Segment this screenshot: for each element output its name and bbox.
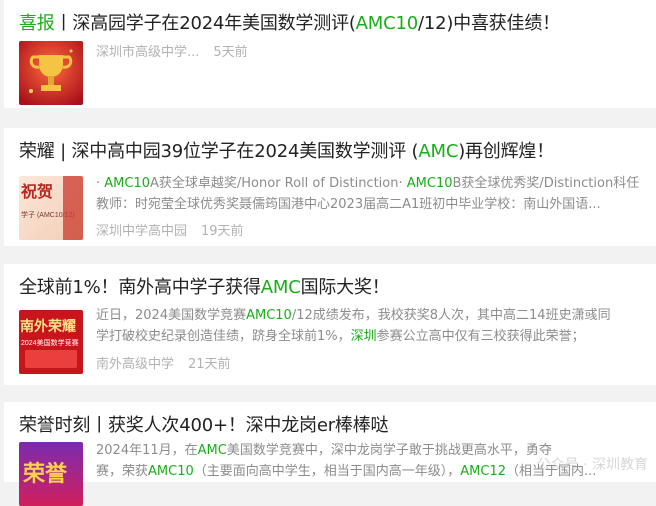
result-source[interactable]: 深圳市高级中学... [96,45,199,60]
keyword-highlight: AMC10 [246,308,292,323]
result-card[interactable]: 荣耀 | 深中高中园39位学子在2024美国数学测评 (AMC)再创辉煌！ 祝贺学… [4,128,656,246]
thumbnail-heading: 荣誉 [23,461,68,486]
keyword-highlight: AMC10 [148,464,194,479]
text-segment: 2024年11月，在 [96,443,198,458]
thumbnail-decor [63,176,83,240]
text-segment: 荣誉时刻丨获奖人次400+！深中龙岗er棒棒哒 [19,415,389,436]
keyword-highlight: 深圳 [350,329,377,344]
text-segment: /12)中喜获佳绩！ [417,13,560,34]
thumbnail-caption: 2024美国数学竞赛 [21,340,79,347]
result-time: 5天前 [213,45,248,60]
keyword-highlight: AMC [260,277,301,298]
text-segment: A获全球卓越奖/Honor Roll of Distinction· [150,176,407,191]
text-segment: B获全球优秀奖/Distinction科任 [452,176,640,191]
result-source[interactable]: 南外高级中学 [96,357,174,372]
keyword-highlight: AMC12 [460,464,506,479]
thumbnail-decor [25,350,77,368]
text-segment: （主要面向高中学生，相当于国内高一年级）， [193,464,461,479]
snippet-line: 近日，2024美国数学竞赛AMC10/12成绩发布，我校获奖8人次，其中高二14… [96,305,648,326]
result-snippet: 近日，2024美国数学竞赛AMC10/12成绩发布，我校获奖8人次，其中高二14… [96,305,648,347]
result-card[interactable]: 喜报丨深高园学子在2024年美国数学测评(AMC10/12)中喜获佳绩！ 深圳市高… [4,0,656,108]
text-segment: )再创辉煌！ [458,141,555,162]
text-segment: 近日，2024美国数学竞赛 [96,308,247,323]
text-segment: 美国数学竞赛中，深中龙岗学子敢于挑战更高水平，勇夺 [226,443,552,458]
result-source[interactable]: 深圳中学高中园 [96,224,187,239]
keyword-highlight: AMC [197,443,227,458]
result-thumbnail[interactable]: 祝贺 学子 (AMC10/12) [19,176,83,240]
text-segment: 学打破校史纪录创造佳绩，跻身全球前1%， [96,329,351,344]
result-title[interactable]: 全球前1%！南外高中学子获得AMC国际大奖！ [19,273,390,299]
result-meta: 深圳市高级中学... 5天前 [96,41,248,60]
text-segment: 教师：时宛莹全球优秀奖聂儒筠国港中心2023届高二A1班初中毕业学校：南山外国语… [96,197,601,212]
result-meta: 深圳中学高中园 19天前 [96,220,244,239]
thumbnail-heading: 祝贺 [21,182,54,201]
result-title[interactable]: 喜报丨深高园学子在2024年美国数学测评(AMC10/12)中喜获佳绩！ [19,9,560,35]
result-meta: 南外高级中学 21天前 [96,353,231,372]
text-segment: 全球前1%！南外高中学子获得 [19,277,261,298]
snippet-line: 学打破校史纪录创造佳绩，跻身全球前1%，深圳参赛公立高中仅有三校获得此荣誉； [96,326,648,347]
result-time: 19天前 [201,224,244,239]
keyword-highlight: AMC10 [355,13,419,34]
result-time: 21天前 [188,357,231,372]
text-segment: 赛，荣获 [96,464,149,479]
keyword-highlight: 喜报 [19,13,55,34]
result-title[interactable]: 荣耀 | 深中高中园39位学子在2024美国数学测评 (AMC)再创辉煌！ [19,137,554,163]
keyword-highlight: AMC10 [406,176,453,191]
result-snippet: · AMC10A获全球卓越奖/Honor Roll of Distinction… [96,173,648,215]
result-thumbnail[interactable]: 荣誉 [19,442,83,506]
result-thumbnail[interactable] [19,41,83,105]
result-card[interactable]: 全球前1%！南外高中学子获得AMC国际大奖！ 南外荣耀 2024美国数学竞赛 近日，2… [4,264,656,385]
result-thumbnail[interactable]: 南外荣耀 2024美国数学竞赛 [19,310,83,374]
text-segment: /12成绩发布，我校获奖8人次，其中高二14班史潇彧同 [291,308,611,323]
text-segment: 丨深高园学子在2024年美国数学测评( [54,13,356,34]
snippet-line: · AMC10A获全球卓越奖/Honor Roll of Distinction… [96,173,648,194]
keyword-highlight: AMC [418,141,459,162]
snippet-line: 教师：时宛莹全球优秀奖聂儒筠国港中心2023届高二A1班初中毕业学校：南山外国语… [96,194,648,215]
result-title[interactable]: 荣誉时刻丨获奖人次400+！深中龙岗er棒棒哒 [19,411,389,437]
text-segment: 荣耀 | 深中高中园39位学子在2024美国数学测评 ( [19,141,419,162]
keyword-highlight: AMC10 [104,176,150,191]
text-segment: 国际大奖！ [300,277,390,298]
watermark: 公众号 · 深圳教育 [536,457,648,473]
thumbnail-heading: 南外荣耀 [20,318,76,334]
text-segment: 参赛公立高中仅有三校获得此荣誉； [376,329,585,344]
